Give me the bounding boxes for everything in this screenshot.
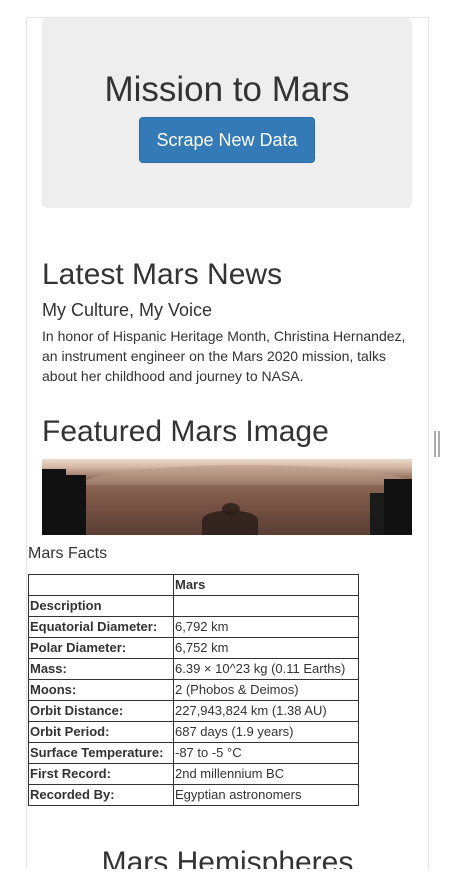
table-row: First Record: 2nd millennium BC <box>28 763 359 785</box>
table-row: Recorded By: Egyptian astronomers <box>28 784 359 806</box>
row-value: Egyptian astronomers <box>173 784 359 806</box>
table-row: Surface Temperature: -87 to -5 °C <box>28 742 359 764</box>
jumbotron: Mission to Mars Scrape New Data <box>42 18 412 208</box>
row-label: Description <box>28 595 174 617</box>
table-row: Description <box>28 595 359 617</box>
row-value <box>173 595 359 617</box>
featured-mars-image <box>42 459 412 535</box>
table-row: Polar Diameter: 6,752 km <box>28 637 359 659</box>
row-value: 2 (Phobos & Deimos) <box>173 679 359 701</box>
news-heading: Latest Mars News <box>42 258 283 291</box>
row-label: Equatorial Diameter: <box>28 616 174 638</box>
row-value: 6.39 × 10^23 kg (0.11 Earths) <box>173 658 359 680</box>
row-label: Orbit Period: <box>28 721 174 743</box>
row-label: First Record: <box>28 763 174 785</box>
row-value: 2nd millennium BC <box>173 763 359 785</box>
hemispheres-heading: Mars Hemispheres <box>101 846 354 869</box>
row-value: 687 days (1.9 years) <box>173 721 359 743</box>
resize-handle[interactable] <box>434 431 440 457</box>
row-value: 6,752 km <box>173 637 359 659</box>
row-label: Surface Temperature: <box>28 742 174 764</box>
table-header-cell: Mars <box>173 574 359 596</box>
browser-viewport: Mission to Mars Scrape New Data Latest M… <box>26 17 429 869</box>
featured-image-heading: Featured Mars Image <box>42 415 329 448</box>
row-label: Recorded By: <box>28 784 174 806</box>
page-title: Mission to Mars <box>104 70 350 109</box>
table-header-cell <box>28 574 174 596</box>
news-paragraph: In honor of Hispanic Heritage Month, Chr… <box>42 328 406 384</box>
row-value: -87 to -5 °C <box>173 742 359 764</box>
row-value: 227,943,824 km (1.38 AU) <box>173 700 359 722</box>
table-row: Moons: 2 (Phobos & Deimos) <box>28 679 359 701</box>
table-header-row: Mars <box>28 574 359 596</box>
row-label: Mass: <box>28 658 174 680</box>
scrape-new-data-button[interactable]: Scrape New Data <box>139 117 315 163</box>
table-row: Orbit Period: 687 days (1.9 years) <box>28 721 359 743</box>
row-label: Polar Diameter: <box>28 637 174 659</box>
row-label: Orbit Distance: <box>28 700 174 722</box>
row-value: 6,792 km <box>173 616 359 638</box>
table-row: Mass: 6.39 × 10^23 kg (0.11 Earths) <box>28 658 359 680</box>
table-row: Equatorial Diameter: 6,792 km <box>28 616 359 638</box>
row-label: Moons: <box>28 679 174 701</box>
news-title: My Culture, My Voice <box>42 300 213 320</box>
mars-facts-table: Mars Description Equatorial Diameter: 6,… <box>28 574 359 806</box>
table-row: Orbit Distance: 227,943,824 km (1.38 AU) <box>28 700 359 722</box>
facts-caption: Mars Facts <box>28 545 108 562</box>
